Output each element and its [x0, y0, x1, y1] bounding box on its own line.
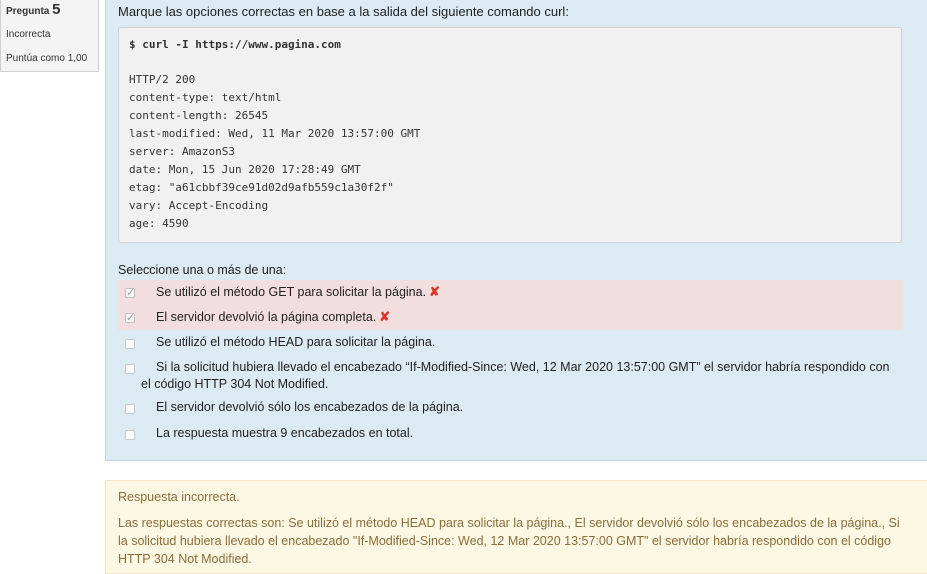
code-line: etag: "a61cbbf39ce91d02d9afb559c1a30f2f"	[129, 181, 394, 194]
option-checkbox[interactable]: ✓	[125, 312, 135, 324]
code-line: date: Mon, 15 Jun 2020 17:28:49 GMT	[129, 163, 361, 176]
feedback-panel: Respuesta incorrecta. Las respuestas cor…	[105, 480, 927, 574]
option-checkbox[interactable]: ✓	[125, 287, 135, 299]
cross-icon: ✘	[379, 309, 391, 324]
option-label: Si la solicitud hubiera llevado el encab…	[141, 360, 890, 391]
option-checkbox[interactable]	[125, 430, 135, 440]
option-label: Se utilizó el método GET para solicitar …	[156, 285, 427, 299]
answer-options: ✓ Se utilizó el método GET para solicita…	[118, 280, 902, 450]
option-checkbox[interactable]	[125, 404, 135, 414]
answer-option-full-page[interactable]: ✓ El servidor devolvió la página complet…	[118, 306, 902, 330]
option-checkbox[interactable]	[125, 364, 135, 374]
question-info: Pregunta 5 Incorrecta Puntúa como 1,00	[0, 0, 99, 72]
code-line: HTTP/2 200	[129, 73, 196, 86]
option-checkbox[interactable]	[125, 339, 135, 349]
question-formulation: Marque las opciones correctas en base a …	[105, 0, 927, 461]
answer-option-headers-only[interactable]: El servidor devolvió sólo los encabezado…	[118, 398, 902, 424]
answer-option-head[interactable]: Se utilizó el método HEAD para solicitar…	[118, 330, 902, 355]
option-label: La respuesta muestra 9 encabezados en to…	[156, 426, 414, 440]
checkmark-icon: ✓	[126, 287, 136, 299]
feedback-right-answer: Las respuestas correctas son: Se utilizó…	[118, 516, 900, 566]
feedback-title: Respuesta incorrecta.	[118, 490, 240, 504]
code-line: content-type: text/html	[129, 91, 282, 104]
cross-icon: ✘	[429, 284, 440, 299]
option-label: El servidor devolvió sólo los encabezado…	[156, 400, 464, 414]
code-line: age: 4590	[129, 217, 189, 230]
answer-prompt: Seleccione una o más de una:	[118, 263, 287, 277]
code-line: content-length: 26545	[129, 109, 269, 122]
question-number-value: 5	[52, 1, 61, 18]
question-grade: Puntúa como 1,00	[6, 53, 88, 64]
code-block: $ curl -I https://www.pagina.com HTTP/2 …	[118, 27, 902, 243]
question-number: Pregunta 5	[6, 2, 98, 20]
answer-option-nine-headers[interactable]: La respuesta muestra 9 encabezados en to…	[118, 424, 902, 450]
question-word: Pregunta	[6, 6, 50, 17]
code-line: server: AmazonS3	[129, 145, 235, 158]
checkmark-icon: ✓	[126, 312, 136, 324]
question-state: Incorrecta	[6, 29, 51, 40]
question-text: Marque las opciones correctas en base a …	[118, 4, 569, 19]
answer-option-get[interactable]: ✓ Se utilizó el método GET para solicita…	[118, 280, 902, 306]
option-label: Se utilizó el método HEAD para solicitar…	[156, 335, 436, 349]
option-label: El servidor devolvió la página completa.	[156, 310, 377, 324]
code-line: last-modified: Wed, 11 Mar 2020 13:57:00…	[129, 127, 421, 140]
code-line: vary: Accept-Encoding	[129, 199, 269, 212]
code-command: $ curl -I https://www.pagina.com	[129, 38, 341, 51]
answer-option-if-modified-since[interactable]: Si la solicitud hubiera llevado el encab…	[118, 355, 902, 398]
